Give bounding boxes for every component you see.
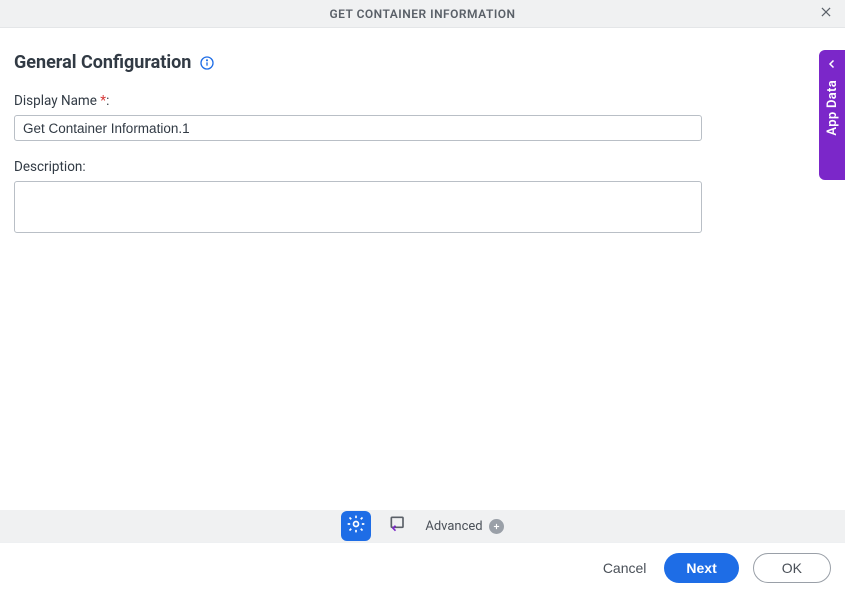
advanced-label: Advanced — [425, 519, 482, 534]
app-data-tab[interactable]: App Data — [819, 50, 845, 180]
settings-button[interactable] — [341, 511, 371, 541]
description-textarea[interactable] — [14, 181, 702, 233]
cancel-button[interactable]: Cancel — [599, 554, 651, 582]
section-title-text: General Configuration — [14, 52, 191, 73]
info-icon[interactable] — [199, 55, 215, 71]
description-group: Description: — [14, 159, 831, 237]
display-name-label: Display Name *: — [14, 93, 831, 109]
app-data-label: App Data — [825, 80, 840, 136]
description-label: Description: — [14, 159, 831, 175]
ok-button[interactable]: OK — [753, 553, 831, 583]
display-name-input[interactable] — [14, 115, 702, 141]
gear-icon — [346, 514, 366, 538]
close-icon — [819, 4, 833, 23]
layout-icon — [388, 514, 408, 538]
close-button[interactable] — [817, 5, 835, 23]
dialog-header: GET CONTAINER INFORMATION — [0, 0, 845, 28]
section-heading: General Configuration — [14, 52, 831, 73]
advanced-toggle[interactable]: Advanced — [425, 519, 503, 534]
chevron-left-icon — [826, 58, 838, 80]
dialog-title: GET CONTAINER INFORMATION — [329, 7, 515, 21]
dialog-body: General Configuration Display Name *: De… — [0, 28, 845, 510]
dialog-footer: Cancel Next OK — [0, 542, 845, 592]
toolbar: Advanced — [0, 510, 845, 542]
plus-circle-icon — [489, 519, 504, 534]
layout-button[interactable] — [383, 511, 413, 541]
next-button[interactable]: Next — [664, 553, 738, 583]
display-name-group: Display Name *: — [14, 93, 831, 141]
